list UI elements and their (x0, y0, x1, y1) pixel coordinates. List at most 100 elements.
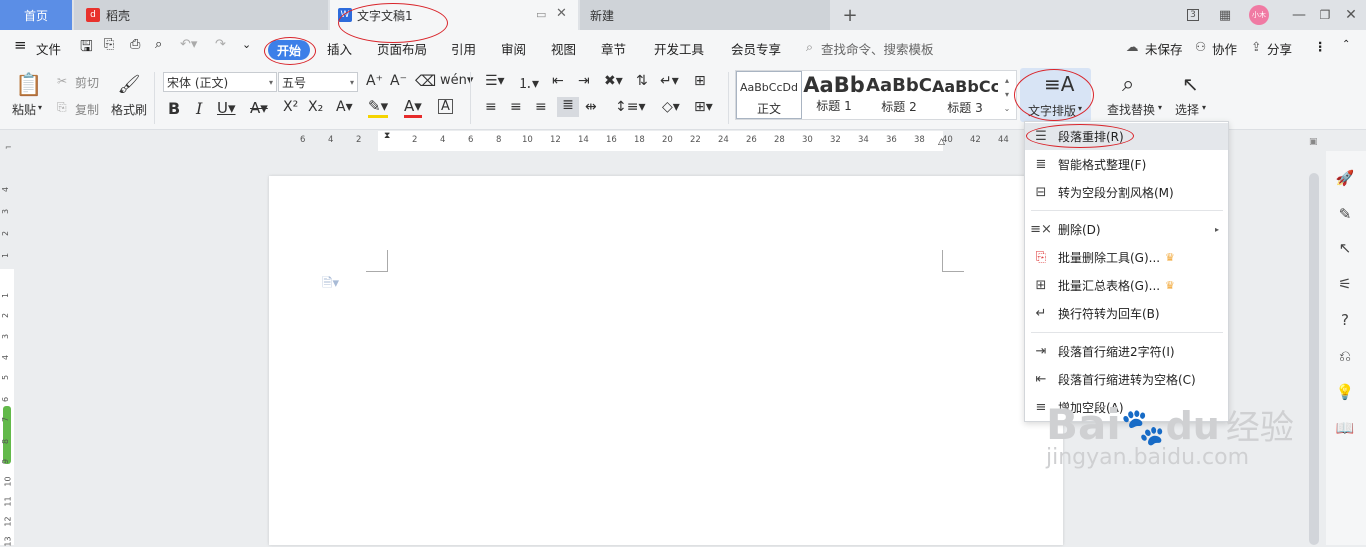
menu-insert[interactable]: 插入 (327, 39, 352, 58)
table-tab-icon[interactable]: ⊞ (694, 73, 706, 89)
select-button[interactable]: 选择 (1175, 101, 1199, 118)
restore-icon[interactable]: ❐ (1312, 0, 1338, 30)
shading-icon[interactable]: ◇▾ (662, 99, 680, 115)
find-dropdown-icon[interactable]: ▾ (1158, 103, 1162, 112)
distributed-icon[interactable]: ⇹ (585, 99, 597, 115)
sort-icon[interactable]: ⇅ (636, 73, 648, 89)
numbered-list-icon[interactable]: ⒈▾ (518, 73, 539, 93)
font-color-icon[interactable]: A▾ (404, 97, 422, 118)
shrink-font-icon[interactable]: A⁻ (390, 73, 407, 89)
print-icon[interactable]: ⎙ (130, 37, 140, 52)
align-center-icon[interactable]: ≡ (510, 99, 522, 115)
menu-item-delete[interactable]: ≡× 删除(D) ▸ (1025, 216, 1228, 243)
bold-icon[interactable]: B (168, 99, 180, 118)
menu-chapter[interactable]: 章节 (601, 39, 626, 58)
tab-daoke[interactable]: d 稻壳 (74, 0, 328, 30)
superscript-icon[interactable]: X² (283, 99, 298, 115)
menu-item-empty-paragraph[interactable]: ⊟ 转为空段分割风格(M) (1025, 179, 1228, 206)
menu-item-batch-table[interactable]: ⊞ 批量汇总表格(G)... ♛ (1025, 272, 1228, 299)
sliders-icon[interactable]: ⚟ (1334, 273, 1356, 295)
font-name-select[interactable]: 宋体 (正文) ▾ (163, 72, 277, 92)
align-right-icon[interactable]: ≡ (535, 99, 547, 115)
avatar[interactable]: 小木 (1246, 0, 1272, 30)
paste-button-label[interactable]: 粘贴 (12, 101, 36, 118)
book-icon[interactable]: 📖 (1334, 417, 1356, 439)
bullet-list-icon[interactable]: ☰▾ (485, 73, 505, 89)
menu-item-indent-space[interactable]: ⇤ 段落首行缩进转为空格(C) (1025, 366, 1228, 393)
cut-button[interactable]: 剪切 (75, 74, 99, 91)
bulb-icon[interactable]: 💡 (1334, 381, 1356, 403)
share-button[interactable]: 分享 (1267, 39, 1292, 58)
menu-member[interactable]: 会员专享 (731, 39, 781, 58)
decrease-indent-icon[interactable]: ⇤ (552, 73, 564, 89)
grid-apps-icon[interactable]: ▦ (1212, 0, 1238, 30)
justify-icon[interactable]: ≣ (557, 97, 579, 117)
menu-file[interactable]: 文件 (36, 39, 61, 58)
find-replace-icon[interactable]: ⌕ (1122, 72, 1134, 97)
hamburger-icon[interactable]: ≡ (14, 36, 27, 54)
vertical-ruler[interactable]: 4 3 2 1 1 2 3 4 5 6 7 8 9 10 11 12 13 (0, 151, 14, 547)
indent-marker-icon[interactable]: ⧗ (384, 131, 390, 141)
select-dropdown-icon[interactable]: ▾ (1202, 103, 1206, 112)
char-border-icon[interactable]: A (438, 99, 453, 114)
pen-icon[interactable]: ✎ (1334, 203, 1356, 225)
cursor-icon[interactable]: ↖ (1334, 237, 1356, 259)
style-normal[interactable]: AaBbCcDd 正文 (736, 71, 802, 119)
menu-item-linebreak[interactable]: ↵ 换行符转为回车(B) (1025, 300, 1228, 327)
format-painter-icon[interactable]: 🖌 (118, 72, 141, 96)
redo-icon[interactable]: ↷ (215, 37, 226, 52)
increase-indent-icon[interactable]: ⇥ (578, 73, 590, 89)
paragraph-handle-icon[interactable]: 🗎▾ (322, 274, 339, 296)
scrollbar-thumb[interactable] (1309, 173, 1319, 545)
print-preview-icon[interactable]: ⌕ (155, 37, 162, 52)
collapse-ribbon-icon[interactable]: ⌃ (1342, 39, 1350, 50)
format-painter-button[interactable]: 格式刷 (111, 101, 147, 118)
command-search-input[interactable]: 查找命令、搜索模板 (821, 39, 934, 58)
minimize-icon[interactable]: — (1286, 0, 1312, 30)
style-heading-1[interactable]: AaBb 标题 1 (802, 71, 866, 119)
export-pdf-icon[interactable]: ⎘ (104, 37, 114, 52)
document-page[interactable]: 🗎▾ (269, 176, 1063, 545)
cut-icon[interactable]: ✂ (57, 74, 67, 88)
window-layout-icon[interactable]: 3 (1180, 0, 1206, 30)
paste-dropdown-icon[interactable]: ▾ (38, 103, 42, 112)
scroll-top-icon[interactable]: ▣ (1309, 137, 1318, 147)
more-options-icon[interactable]: ⋮ (1314, 39, 1327, 54)
rocket-icon[interactable]: 🚀 (1334, 167, 1356, 189)
quick-access-dropdown-icon[interactable]: ⌄ (242, 38, 251, 51)
save-icon[interactable]: 🖫 (80, 36, 93, 61)
menu-reference[interactable]: 引用 (451, 39, 476, 58)
select-cursor-icon[interactable]: ↖ (1182, 72, 1199, 96)
align-left-icon[interactable]: ≡ (485, 99, 497, 115)
menu-item-indent[interactable]: ⇥ 段落首行缩进2字符(I) (1025, 338, 1228, 365)
border-icon[interactable]: ⊞▾ (694, 99, 713, 115)
menu-dev-tools[interactable]: 开发工具 (654, 39, 704, 58)
italic-icon[interactable]: I (196, 99, 202, 118)
menu-item-smart-format[interactable]: ≣ 智能格式整理(F) (1025, 151, 1228, 178)
tab-new[interactable]: 新建 (580, 0, 830, 30)
underline-icon[interactable]: U▾ (217, 99, 236, 117)
style-heading-3[interactable]: AaBbCc 标题 3 (932, 71, 998, 119)
grow-font-icon[interactable]: A⁺ (366, 73, 383, 89)
help-icon[interactable]: ? (1334, 309, 1356, 331)
menu-view[interactable]: 视图 (551, 39, 576, 58)
highlight-icon[interactable]: ✎▾ (368, 97, 389, 118)
save-cloud-icon[interactable]: ⎌ (1334, 345, 1356, 367)
style-heading-2[interactable]: AaBbC 标题 2 (866, 71, 932, 119)
paste-icon[interactable]: 📋 (15, 72, 42, 98)
line-spacing-icon[interactable]: ↕≡▾ (615, 99, 646, 115)
close-window-icon[interactable]: ✕ (1338, 0, 1364, 30)
show-marks-icon[interactable]: ↵▾ (660, 73, 679, 89)
unsaved-button[interactable]: 未保存 (1145, 39, 1183, 58)
text-effect-icon[interactable]: A▾ (336, 99, 353, 115)
undo-icon[interactable]: ↶▾ (180, 37, 197, 52)
subscript-icon[interactable]: X₂ (308, 99, 323, 115)
menu-review[interactable]: 审阅 (501, 39, 526, 58)
collab-button[interactable]: 协作 (1212, 39, 1237, 58)
strikethrough-icon[interactable]: A▾ (250, 99, 268, 117)
tab-home[interactable]: 首页 (0, 0, 72, 30)
copy-button[interactable]: 复制 (75, 101, 99, 118)
copy-icon[interactable]: ⎘ (57, 100, 67, 115)
close-tab-icon[interactable]: ✕ (556, 6, 567, 21)
styles-scroll-icon[interactable]: ▴ ▾ ⌄ (1000, 74, 1014, 116)
